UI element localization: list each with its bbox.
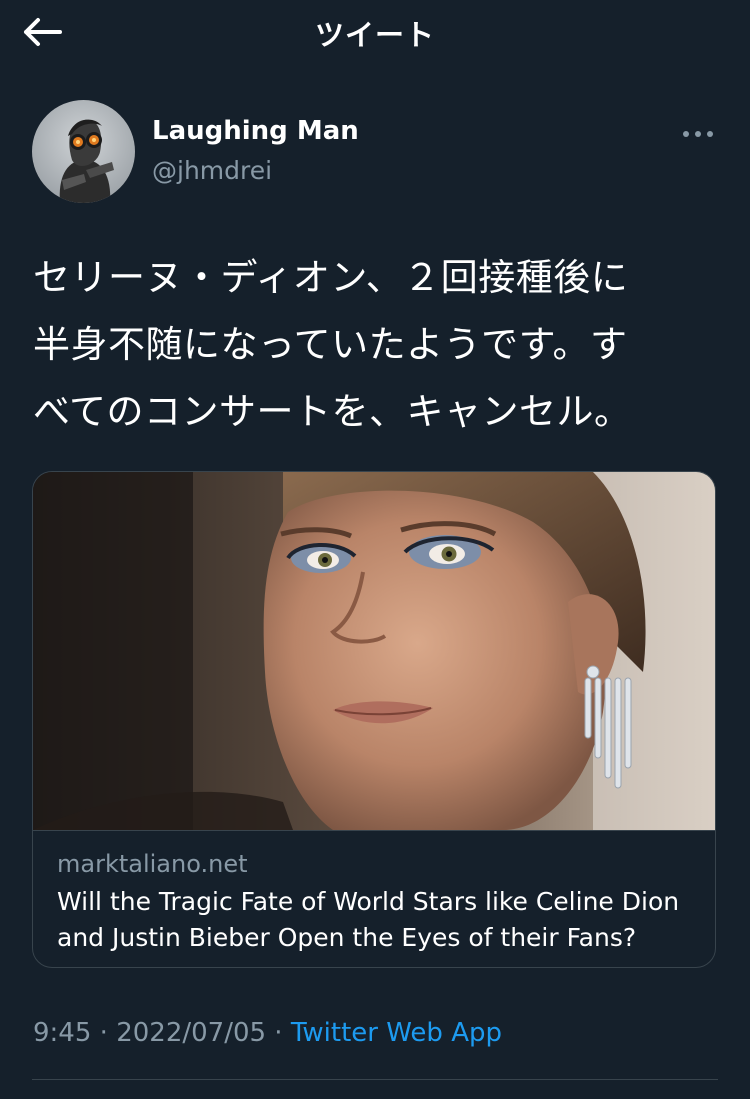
- divider: [32, 1079, 718, 1080]
- tweet-text-line: べてのコンサートを、キャンセル。: [33, 390, 632, 433]
- page-title: ツイート: [314, 18, 435, 52]
- article-photo: [33, 472, 715, 830]
- tweet-text-line: 半身不随になっていたようです。す: [33, 323, 628, 366]
- author-display-name[interactable]: Laughing Man: [152, 116, 359, 146]
- link-card[interactable]: marktaliano.net Will the Tragic Fate of …: [32, 471, 716, 968]
- meta-separator: ·: [91, 1018, 117, 1048]
- card-divider: [33, 830, 715, 831]
- card-title: Will the Tragic Fate of World Stars like…: [57, 887, 680, 952]
- tweet-text: セリーヌ・ディオン、２回接種後に 半身不随になっていたようです。す べてのコンサ…: [33, 244, 717, 445]
- tweet-time: 9:45: [33, 1018, 92, 1048]
- avatar-image: [32, 100, 135, 203]
- meta-separator: ·: [266, 1018, 291, 1048]
- author-handle[interactable]: @jhmdrei: [152, 156, 272, 185]
- card-domain: marktaliano.net: [57, 850, 248, 878]
- tweet-meta: 9:45 · 2022/07/05 · Twitter Web App: [33, 1018, 502, 1048]
- avatar[interactable]: [32, 100, 135, 203]
- tweet-text-line: セリーヌ・ディオン、２回接種後に: [33, 256, 629, 299]
- more-horizontal-icon: [683, 131, 713, 137]
- tweet-author: Laughing Man @jhmdrei: [32, 100, 718, 204]
- tweet-date: 2022/07/05: [116, 1018, 267, 1048]
- source-app-link[interactable]: Twitter Web App: [291, 1018, 502, 1048]
- top-bar: ツイート: [0, 0, 750, 68]
- more-options-button[interactable]: [678, 116, 718, 152]
